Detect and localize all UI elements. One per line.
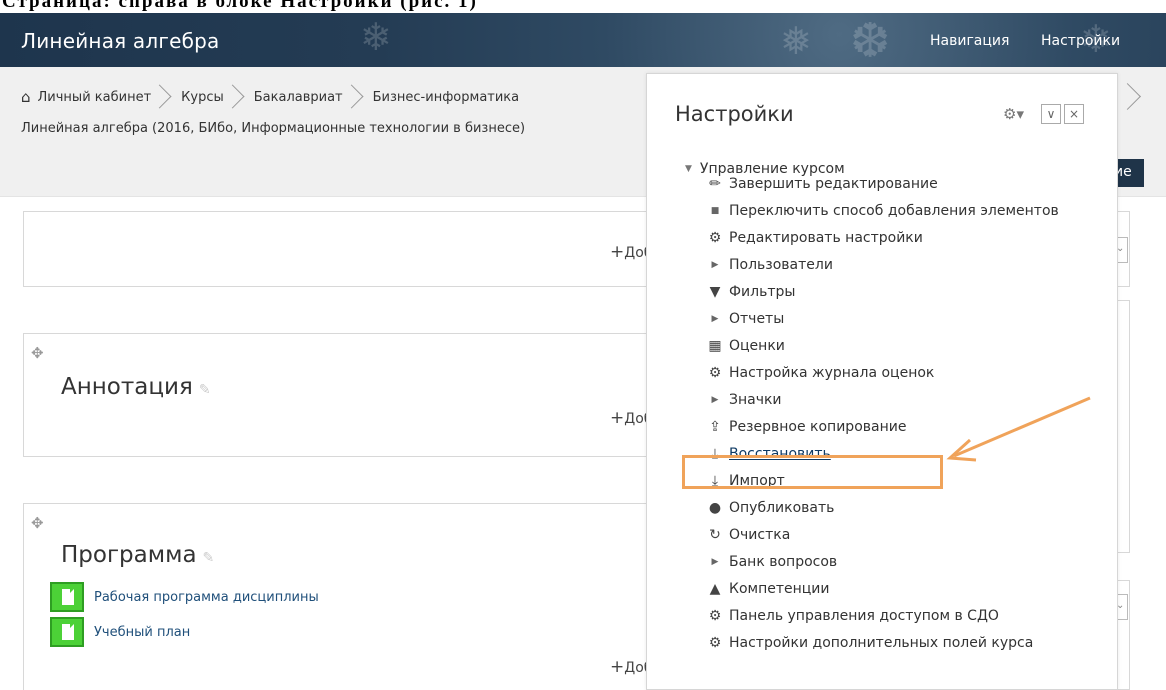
- settings-block: Настройки ⚙▾ ∨ × ▼ Управление курсом ✏ За…: [646, 73, 1118, 690]
- gear-menu-icon[interactable]: ⚙▾: [1003, 105, 1024, 123]
- snowflake-decoration-icon: ❆: [850, 13, 891, 69]
- nav-settings-link[interactable]: Настройки: [1041, 33, 1120, 49]
- breadcrumb-separator-icon: [157, 85, 171, 109]
- gear-icon: ⚙: [708, 607, 722, 624]
- site-title[interactable]: Линейная алгебра: [21, 29, 219, 53]
- gear-icon: ⚙: [708, 229, 722, 246]
- breadcrumb-item[interactable]: Бакалавриат: [254, 90, 343, 105]
- breadcrumb-item-course[interactable]: Линейная алгебра (2016, БИбо, Информацио…: [21, 121, 525, 136]
- breadcrumb-separator-icon: [349, 85, 363, 109]
- restore-highlight-frame: [682, 455, 943, 489]
- menu-item-users[interactable]: ▶ Пользователи: [705, 251, 833, 278]
- breadcrumb-item[interactable]: Курсы: [181, 90, 224, 105]
- menu-item-label: Пользователи: [729, 256, 833, 273]
- competency-icon: ▲: [709, 580, 721, 597]
- close-icon[interactable]: ×: [1063, 104, 1084, 124]
- square-bullet-icon: ■: [710, 205, 720, 216]
- course-section: ✥ Программа ✎ Рабочая программа дисциплин…: [23, 503, 703, 690]
- resource-link[interactable]: Учебный план: [50, 617, 190, 647]
- menu-item-custom-fields[interactable]: ⚙ Настройки дополнительных полей курса: [705, 629, 1034, 656]
- edit-pencil-icon[interactable]: ✎: [203, 550, 215, 566]
- table-icon: ▦: [708, 337, 722, 354]
- plus-icon: +: [610, 242, 625, 262]
- menu-item-label: Оценки: [729, 337, 785, 354]
- triangle-down-icon: ▼: [685, 164, 692, 174]
- menu-item-label: Банк вопросов: [729, 553, 838, 570]
- arrow-shaft: [953, 396, 1091, 458]
- file-icon: [50, 617, 84, 647]
- menu-item-edit-settings[interactable]: ⚙ Редактировать настройки: [705, 224, 923, 251]
- triangle-right-icon: ▶: [711, 313, 719, 324]
- menu-item-reports[interactable]: ▶ Отчеты: [705, 305, 785, 332]
- menu-item-grades[interactable]: ▦ Оценки: [705, 332, 785, 359]
- resource-label[interactable]: Рабочая программа дисциплины: [94, 590, 319, 605]
- menu-item-toggle-add-mode[interactable]: ■ Переключить способ добавления элементов: [705, 197, 1059, 224]
- menu-item-access-panel[interactable]: ⚙ Панель управления доступом в СДО: [705, 602, 999, 629]
- menu-item-label: Компетенции: [729, 580, 830, 597]
- menu-item-label: Очистка: [729, 526, 791, 543]
- menu-item-label: Резервное копирование: [729, 418, 907, 435]
- breadcrumb-separator-icon: [1122, 81, 1142, 109]
- menu-item-filters[interactable]: ▼ Фильтры: [705, 278, 796, 305]
- plus-icon: +: [610, 657, 625, 677]
- menu-item-label: Панель управления доступом в СДО: [729, 607, 999, 624]
- menu-item-label: Переключить способ добавления элементов: [729, 202, 1059, 219]
- edit-pencil-icon[interactable]: ✎: [199, 382, 211, 398]
- move-icon[interactable]: ✥: [31, 344, 44, 362]
- breadcrumb: ⌂ Личный кабинет Курсы Бакалавриат Бизне…: [21, 85, 519, 109]
- section-title: Программа ✎: [61, 542, 214, 568]
- menu-item-question-bank[interactable]: ▶ Банк вопросов: [705, 548, 838, 575]
- menu-item-label: Настройки дополнительных полей курса: [729, 634, 1034, 651]
- menu-item-gradebook-setup[interactable]: ⚙ Настройка журнала оценок: [705, 359, 935, 386]
- pencil-icon: ✏: [709, 175, 721, 192]
- course-section: ✥ Аннотация✎ +Добав: [23, 333, 703, 457]
- gear-icon: ⚙: [708, 634, 722, 651]
- menu-item-competencies[interactable]: ▲ Компетенции: [705, 575, 830, 602]
- filter-icon: ▼: [709, 283, 721, 300]
- settings-block-title: Настройки: [675, 102, 794, 126]
- site-header: ❄ ❅ ❆ ❄ Линейная алгебра Навигация Настр…: [0, 13, 1166, 69]
- resource-link[interactable]: Рабочая программа дисциплины: [50, 582, 319, 612]
- plus-icon: +: [610, 408, 625, 428]
- menu-item-label: Опубликовать: [729, 499, 835, 516]
- menu-item-backup[interactable]: ⇪ Резервное копирование: [705, 413, 906, 440]
- breadcrumb-item[interactable]: Личный кабинет: [38, 90, 152, 105]
- section-title-text: Аннотация: [61, 374, 193, 400]
- globe-icon: ●: [708, 499, 722, 516]
- document-caption: Страница: справа в блоке Настройки (рис.…: [0, 0, 1166, 13]
- file-icon: [50, 582, 84, 612]
- triangle-right-icon: ▶: [711, 394, 719, 405]
- menu-item-label: Отчеты: [729, 310, 785, 327]
- refresh-icon: ↻: [709, 526, 721, 543]
- snowflake-decoration-icon: ❅: [780, 19, 812, 63]
- triangle-right-icon: ▶: [711, 556, 719, 567]
- menu-item-finish-editing[interactable]: ✏ Завершить редактирование: [705, 170, 938, 197]
- menu-item-badges[interactable]: ▶ Значки: [705, 386, 782, 413]
- menu-item-label: Настройка журнала оценок: [729, 364, 935, 381]
- block-controls: ⚙▾ ∨ ×: [1003, 104, 1084, 124]
- triangle-right-icon: ▶: [711, 259, 719, 270]
- menu-item-label: Завершить редактирование: [729, 175, 938, 192]
- menu-item-reset[interactable]: ↻ Очистка: [705, 521, 790, 548]
- menu-item-label: Значки: [729, 391, 782, 408]
- move-icon[interactable]: ✥: [31, 514, 44, 532]
- menu-item-label: Редактировать настройки: [729, 229, 923, 246]
- breadcrumb-item[interactable]: Бизнес-информатика: [373, 90, 520, 105]
- collapse-block-button[interactable]: ∨: [1040, 104, 1061, 124]
- upload-icon: ⇪: [709, 418, 721, 435]
- menu-item-label: Фильтры: [729, 283, 796, 300]
- menu-item-publish[interactable]: ● Опубликовать: [705, 494, 835, 521]
- snowflake-decoration-icon: ❄: [360, 15, 392, 59]
- section-title-text: Программа: [61, 542, 197, 568]
- caption-text: Страница: справа в блоке Настройки (рис.…: [2, 0, 478, 12]
- section-title: Аннотация ✎: [61, 374, 211, 400]
- gear-icon: ⚙: [708, 364, 722, 381]
- course-section: +Добав: [23, 211, 703, 287]
- breadcrumb-separator-icon: [230, 85, 244, 109]
- resource-label[interactable]: Учебный план: [94, 625, 190, 640]
- home-icon[interactable]: ⌂: [21, 88, 31, 106]
- nav-navigation-link[interactable]: Навигация: [930, 33, 1009, 49]
- arrow-head: [946, 438, 977, 462]
- annotation-arrow-icon: [946, 396, 1091, 462]
